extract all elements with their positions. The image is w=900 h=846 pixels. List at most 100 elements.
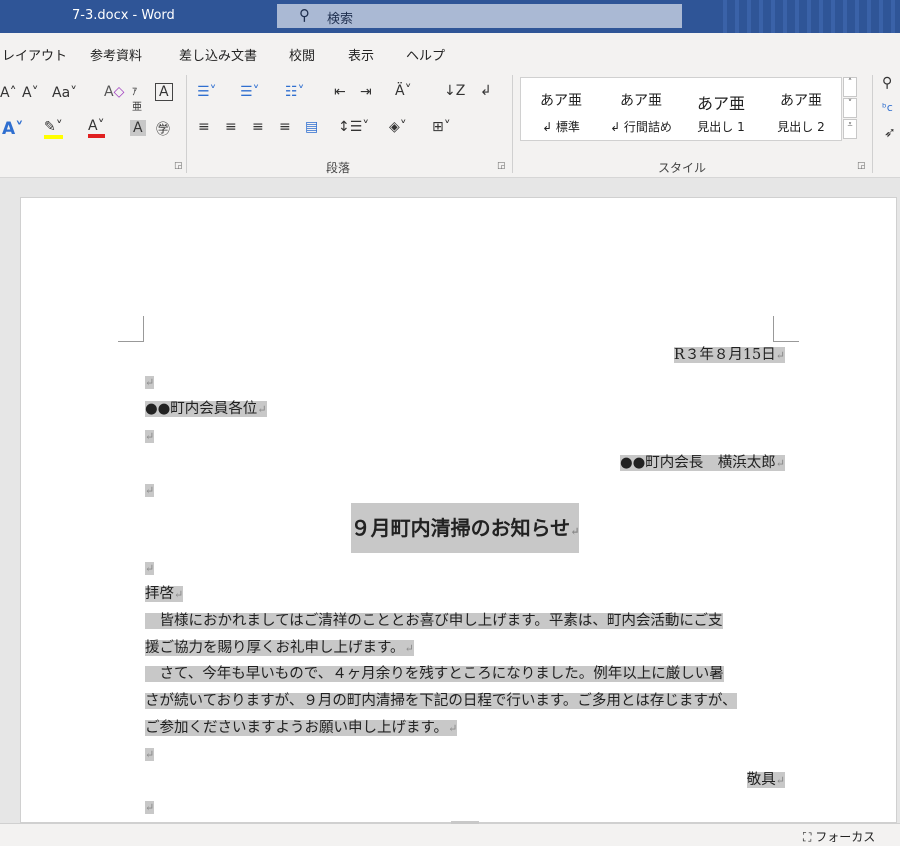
tab-layout[interactable]: レイアウト [2,45,67,64]
style-heading-2[interactable]: あア亜 見出し 2 [761,78,841,135]
date-line[interactable]: R３年８月15日↵ [145,342,785,369]
increase-indent-icon[interactable]: ⇥ [360,84,372,100]
grow-font-icon[interactable]: A˄ [0,85,17,101]
style-preview: あア亜 [540,93,582,109]
align-left-icon[interactable]: ≡ [198,119,210,135]
tab-review[interactable]: 校閲 [289,45,315,64]
char-shading-icon[interactable]: A [130,120,146,136]
opening-line[interactable]: 拝啓↵ [145,581,785,608]
body-line[interactable]: ご参加くださいますようお願い申し上げます。↵ [145,715,785,742]
styles-more-button[interactable]: ⩡ [843,119,857,139]
style-normal[interactable]: あア亜 ↲ 標準 [521,78,601,135]
paragraph-mark: ↵ [257,403,267,416]
tab-mailings[interactable]: 差し込み文書 [179,45,257,64]
crop-mark [773,316,799,342]
shrink-font-icon[interactable]: A˅ [22,85,39,101]
phonetic-guide-icon[interactable]: ｱ亜 [132,83,142,113]
numbering-icon[interactable]: ☰˅ [240,84,260,100]
paragraph-mark: ↵ [404,642,414,655]
borders-icon[interactable]: ⊞˅ [432,119,451,135]
font-launcher-icon[interactable]: ◲ [174,161,183,171]
text-effect-icon[interactable]: A˅ [2,119,24,139]
body-text: 援ご協力を賜り厚くお礼申し上げます。 [145,640,405,656]
find-icon[interactable]: ⚲ [882,75,892,91]
empty-line[interactable]: ↵ [145,555,785,582]
body-text: ご参加くださいますようお願い申し上げます。 [145,720,449,736]
ribbon-tabs: レイアウト 参考資料 差し込み文書 校閲 表示 ヘルプ [0,33,900,71]
title-bar: 7-3.docx - Word ⚲ 検索 [0,0,900,33]
recipient-line[interactable]: ●●町内会員各位↵ [145,396,785,423]
focus-icon: ⛶ [803,830,812,844]
replace-icon[interactable]: ᵇc [882,101,893,114]
focus-label: フォーカス [815,830,876,844]
crop-mark [118,316,144,342]
align-right-icon[interactable]: ≡ [252,119,264,135]
search-icon: ⚲ [299,6,310,24]
group-label-paragraph: 段落 [326,161,351,175]
body-line[interactable]: 援ご協力を賜り厚くお礼申し上げます。↵ [145,635,785,662]
search-placeholder: 検索 [327,12,354,27]
empty-line[interactable]: ↵ [145,477,785,504]
change-case-label: Aa [52,85,71,101]
highlight-icon[interactable]: ✎˅ [44,119,63,139]
clear-format-icon[interactable]: A◇ [104,84,124,100]
paragraph-mark: ↵ [448,722,458,735]
empty-line[interactable]: ↵ [145,423,785,450]
focus-button[interactable]: ⛶ フォーカス [803,828,875,845]
paragraph-mark: ↵ [174,588,184,601]
decrease-indent-icon[interactable]: ⇤ [334,84,346,100]
bullets-icon[interactable]: ☰˅ [197,84,217,100]
closing-line[interactable]: 敬具↵ [145,767,785,794]
paragraph-mark: ↵ [145,748,155,761]
paragraph-mark: ↵ [145,562,155,575]
enclose-char-icon[interactable]: ㊫ [156,119,170,139]
paragraph-launcher-icon[interactable]: ◲ [497,161,506,171]
sort-icon[interactable]: ↓Z [444,83,465,99]
styles-gallery: あア亜 ↲ 標準 あア亜 ↲ 行間詰め あア亜 見出し 1 あア亜 見出し 2 [520,77,842,141]
styles-scroll-up-button[interactable]: ˄ [843,77,857,97]
tab-view[interactable]: 表示 [348,45,374,64]
char-border-icon[interactable]: A [155,83,173,101]
style-heading-1[interactable]: あア亜 見出し 1 [681,78,761,135]
style-no-spacing[interactable]: あア亜 ↲ 行間詰め [601,78,681,135]
tab-help[interactable]: ヘルプ [406,45,445,64]
tab-references[interactable]: 参考資料 [90,45,142,64]
paragraph-mark: ↵ [145,484,155,497]
multilevel-list-icon[interactable]: ☷˅ [285,84,305,100]
body-line[interactable]: 皆様におかれましてはご清祥のこととお喜び申し上げます。平素は、町内会活動にご支 [145,608,785,635]
styles-scroll-down-button[interactable]: ˅ [843,98,857,118]
style-preview: あア亜 [780,93,822,109]
show-marks-icon[interactable]: ↲ [480,83,492,99]
closing-text: 敬具 [746,772,776,788]
distributed-icon[interactable]: ▤ [305,119,318,135]
empty-line[interactable]: ↵ [145,369,785,396]
title-decoration [715,0,900,33]
style-name: 見出し 1 [697,120,745,134]
paragraph-mark: ↵ [775,774,785,787]
empty-line[interactable]: ↵ [145,741,785,768]
ribbon: A˄ A˅ Aa˅ A◇ ｱ亜 A A˅ ✎˅ A˅ A ㊫ ☰˅ ☰˅ ☷˅ … [0,71,900,178]
styles-launcher-icon[interactable]: ◲ [857,161,866,171]
search-box[interactable]: ⚲ 検索 [277,4,682,28]
font-color-icon[interactable]: A˅ [88,118,105,138]
line-spacing-icon[interactable]: ↕☰˅ [338,119,369,135]
scroll-handle[interactable] [451,821,479,824]
status-bar: ⛶ フォーカス [0,821,900,846]
body-line[interactable]: さて、今年も早いもので、４ヶ月余りを残すところになりました。例年以上に厳しい暑 [145,661,785,688]
char-spacing-icon[interactable]: Ä˅ [395,83,412,99]
shading-icon[interactable]: ◈˅ [389,119,407,135]
change-case-button[interactable]: Aa˅ [52,85,77,101]
divider [872,75,873,173]
document-title: 7-3.docx - Word [72,8,175,23]
recipient-text: ●●町内会員各位 [145,401,258,417]
sender-line[interactable]: ●●町内会長 横浜太郎↵ [145,450,785,477]
paragraph-mark: ↵ [145,376,155,389]
body-line[interactable]: さが続いておりますが、９月の町内清掃を下記の日程で行います。ご多用とは存じますが… [145,688,785,715]
title-line[interactable]: ９月町内清掃のお知らせ↵ [145,502,785,554]
divider [186,75,187,173]
align-center-icon[interactable]: ≡ [225,119,237,135]
document-heading: ９月町内清掃のお知らせ [350,516,571,540]
select-icon[interactable]: ➶ [884,125,896,141]
empty-line[interactable]: ↵ [145,794,785,823]
justify-icon[interactable]: ≡ [279,119,291,135]
